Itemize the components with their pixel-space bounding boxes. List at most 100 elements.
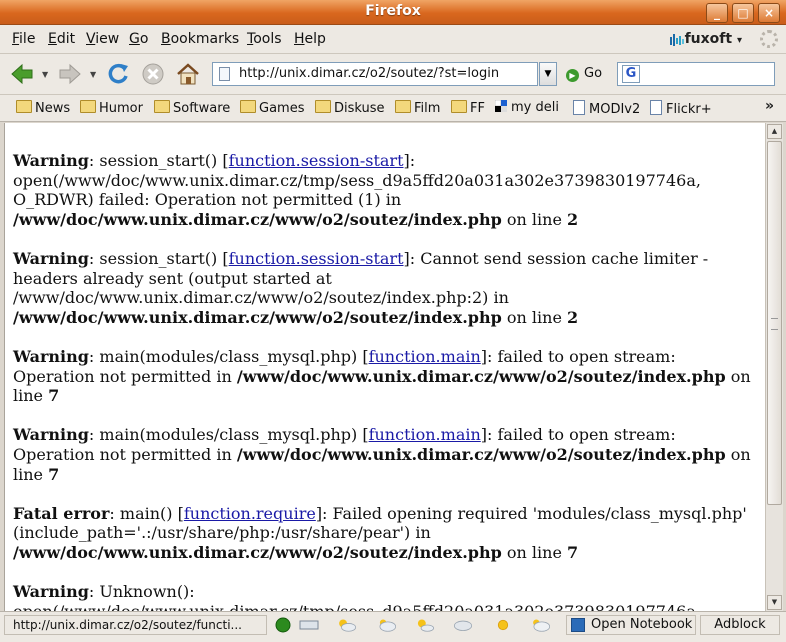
bookmark-diskuse[interactable]: Diskuse [315,100,385,116]
bookmark-software[interactable]: Software [154,100,230,116]
message-file: /www/doc/www.unix.dimar.cz/www/o2/soutez… [13,209,502,229]
on-line-label: on line [506,542,562,562]
menu-view-key: V [86,31,96,47]
throbber-icon [760,30,778,48]
folder-icon [80,100,96,113]
go-label: Go [584,66,603,81]
error-message: Warning: main(modules/class_mysql.php) [… [13,425,751,484]
bookmark-label: Flickr+ [666,102,712,117]
menu-edit[interactable]: Edit [48,31,75,47]
weather-sunny-icon[interactable] [492,615,514,635]
folder-icon [154,100,170,113]
bookmarks-overflow-chevron[interactable]: » [765,98,774,114]
message-text: open(/www/doc/www.unix.dimar.cz/tmp/sess… [13,602,701,611]
weather-cloudy-icon[interactable] [376,615,398,635]
menu-file-label: ile [19,31,36,47]
menu-edit-key: E [48,31,57,47]
menu-go[interactable]: Go [129,31,148,47]
message-level: Warning [13,425,89,445]
menu-bookmarks-label: ookmarks [170,31,240,47]
bookmark-my-deli[interactable]: my deli [495,100,559,115]
grip-icon [771,318,778,330]
error-message: Warning: session_start() [function.sessi… [13,151,701,229]
bookmark-ff[interactable]: FF [451,100,485,116]
bookmark-film[interactable]: Film [395,100,440,116]
bookmark-label: FF [470,101,485,116]
scrollbar-thumb[interactable] [767,141,782,505]
message-function: main() [119,503,173,523]
go-button[interactable]: ▶ Go [566,66,602,82]
bookmark-news[interactable]: News [16,100,70,116]
scroll-up-icon[interactable]: ▲ [767,124,782,139]
doc-link[interactable]: function.session-start [229,249,404,268]
bookmarks-toolbar: News Humor Software Games Diskuse Film F… [0,95,786,122]
folder-icon [451,100,467,113]
folder-icon [240,100,256,113]
menu-bookmarks[interactable]: Bookmarks [161,31,239,47]
menu-tools[interactable]: Tools [247,31,282,47]
open-notebook-button[interactable]: Open Notebook [566,615,696,635]
weather-clouds-icon[interactable] [530,615,552,635]
back-icon[interactable] [8,60,36,88]
scroll-down-icon[interactable]: ▼ [767,595,782,610]
page-icon [650,100,662,115]
message-line: 2 [567,307,579,327]
message-level: Warning [13,151,89,170]
message-line: 7 [48,464,60,484]
page-content[interactable]: Warning: session_start() [function.sessi… [4,123,766,611]
reload-icon[interactable] [104,60,132,88]
doc-link[interactable]: function.main [369,425,481,444]
page-icon [573,100,585,115]
weather-partly-cloudy-icon[interactable] [336,615,358,635]
weather-overcast-icon[interactable] [452,615,474,635]
doc-link[interactable]: function.session-start [229,151,404,170]
search-input[interactable]: G [617,62,775,86]
bookmark-label: Film [414,101,441,116]
menu-help-key: H [294,31,305,47]
bookmark-label: Games [259,101,305,116]
bookmark-modiv2[interactable]: MODIv2 [573,100,640,117]
message-level: Warning [13,582,89,602]
message-level: Warning [13,248,89,268]
doc-link[interactable]: function.require [184,504,316,523]
doc-link[interactable]: function.main [369,347,481,366]
home-icon[interactable] [174,60,202,88]
menu-help[interactable]: Help [294,31,326,47]
back-dropdown-icon[interactable]: ▼ [42,70,48,79]
page-icon [219,67,230,81]
notebook-icon [571,618,585,632]
google-engine-icon[interactable]: G [622,65,640,83]
forward-icon[interactable] [56,60,84,88]
navigation-toolbar: ▼ ▼ http://unix.dimar.cz/o2/soutez/?st=l… [0,54,786,95]
status-green-icon[interactable] [272,615,294,635]
status-text: http://unix.dimar.cz/o2/soutez/functi... [4,615,267,635]
folder-icon [16,100,32,113]
message-function: main(modules/class_mysql.php) [99,425,358,445]
bookmark-games[interactable]: Games [240,100,304,116]
message-function: main(modules/class_mysql.php) [99,346,358,366]
bookmark-humor[interactable]: Humor [80,100,143,116]
go-arrow-icon: ▶ [566,69,579,82]
bookmark-flickr[interactable]: Flickr+ [650,100,712,117]
maximize-button[interactable]: □ [732,3,754,23]
account-menu[interactable]: fuxoft ▾ [685,31,742,47]
folder-icon [395,100,411,113]
window-titlebar[interactable]: Firefox _ □ × [0,0,786,25]
stop-icon[interactable] [139,60,167,88]
vertical-scrollbar[interactable]: ▲ ▼ [765,123,783,611]
message-level: Warning [13,346,89,366]
weather-partly-sunny-icon[interactable] [414,615,436,635]
menu-file[interactable]: File [12,31,35,47]
message-file: /www/doc/www.unix.dimar.cz/www/o2/soutez… [13,307,502,327]
minimize-button[interactable]: _ [706,3,728,23]
forward-dropdown-icon[interactable]: ▼ [90,70,96,79]
error-message: Fatal error: main() [function.require]: … [13,503,747,562]
forecast-logo-icon[interactable] [298,615,320,635]
bookmark-label: Humor [99,101,143,116]
url-history-dropdown[interactable]: ▼ [539,62,557,86]
url-bar[interactable]: http://unix.dimar.cz/o2/soutez/?st=login [212,62,538,86]
menu-view-label: iew [95,31,120,47]
menu-view[interactable]: View [86,31,119,47]
adblock-button[interactable]: Adblock [700,615,780,635]
close-button[interactable]: × [758,3,780,23]
